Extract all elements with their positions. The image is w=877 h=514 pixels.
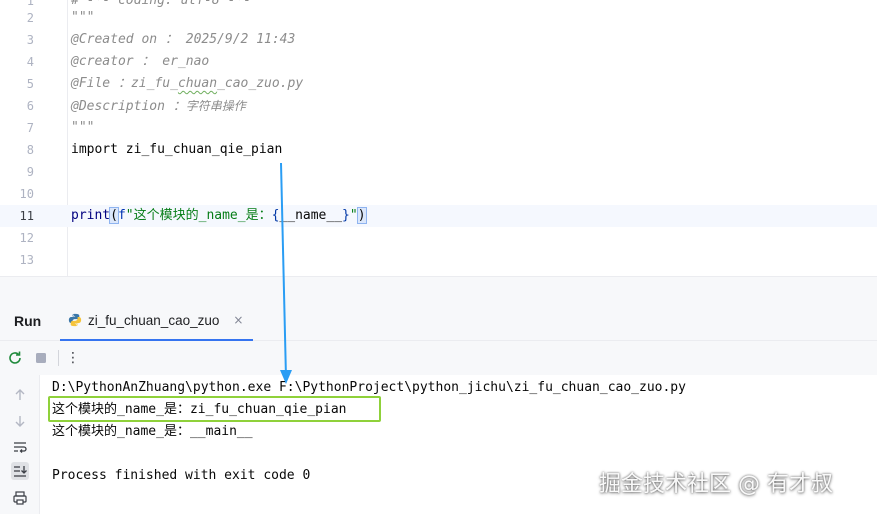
console-side-toolbar	[0, 375, 40, 514]
soft-wrap-icon	[14, 442, 27, 453]
soft-wrap-button[interactable]	[11, 438, 29, 456]
editor-line[interactable]: 2 """	[0, 7, 877, 29]
editor-line[interactable]: 3 @Created on ： 2025/9/2 11:43	[0, 29, 877, 51]
string-end: "	[349, 208, 358, 223]
code-text: @Description ：字符串操作	[71, 95, 246, 118]
module-name: zi_fu_chuan_qie_pian	[117, 142, 283, 157]
line-number: 11	[19, 209, 34, 223]
line-number: 10	[19, 187, 34, 201]
editor-line[interactable]: 6 @Description ：字符串操作	[0, 95, 877, 117]
brace-close: }	[342, 208, 350, 223]
code-text: @Created on ： 2025/9/2 11:43	[71, 29, 295, 51]
import-keyword: import	[71, 142, 118, 157]
run-title: Run	[14, 313, 42, 329]
editor-line[interactable]: 13	[0, 249, 877, 271]
arrow-up-icon	[15, 389, 25, 400]
line-number: 13	[19, 253, 34, 267]
editor-line[interactable]: 8 import zi_fu_chuan_qie_pian	[0, 139, 877, 161]
scroll-to-end-button[interactable]	[11, 462, 29, 480]
run-toolbar: ⋮	[0, 341, 877, 375]
line-number: 4	[26, 55, 34, 69]
rerun-icon	[9, 351, 21, 364]
doc-value: 字符串操作	[185, 99, 246, 113]
doc-value: er_nao	[154, 54, 210, 69]
close-paren: )	[356, 207, 367, 224]
scroll-up-button[interactable]	[11, 386, 29, 404]
scroll-to-end-icon	[14, 466, 27, 477]
string-literal: "这个模块的_name_是：	[125, 208, 272, 223]
doc-tag: @Description ：	[71, 99, 186, 114]
line-number: 12	[19, 231, 34, 245]
doc-value: zi_fu_chuan_cao_zuo.py	[130, 76, 304, 91]
run-tool-window-header: Run zi_fu_chuan_cao_zuo ×	[0, 301, 877, 341]
line-number: 2	[26, 11, 34, 25]
output-highlight-box	[48, 396, 381, 422]
run-tab[interactable]: zi_fu_chuan_cao_zuo ×	[60, 301, 254, 341]
line-number: 3	[26, 33, 34, 47]
scroll-down-button[interactable]	[11, 412, 29, 430]
fstring-prefix: f	[117, 208, 126, 223]
line-number: 9	[26, 165, 34, 179]
line-number: 7	[26, 121, 34, 135]
editor-line[interactable]: 10	[0, 183, 877, 205]
code-text: import zi_fu_chuan_qie_pian	[71, 139, 282, 161]
code-text: """	[71, 120, 95, 135]
line-number: 8	[26, 143, 34, 157]
more-options-icon[interactable]: ⋮	[64, 349, 82, 367]
open-paren: (	[109, 207, 119, 224]
run-tab-label: zi_fu_chuan_cao_zuo	[88, 312, 220, 328]
code-text: """	[71, 10, 95, 25]
close-icon[interactable]: ×	[233, 313, 243, 327]
python-icon	[68, 313, 82, 327]
code-editor[interactable]: 1 # -*- coding: utf-8 -*- 2 """ 3 @Creat…	[0, 0, 877, 276]
text-caret	[365, 207, 367, 224]
fstring-expression: __name__	[279, 208, 343, 223]
rerun-button[interactable]	[6, 349, 24, 367]
line-number: 5	[26, 77, 34, 91]
editor-line-current[interactable]: 11 print(f"这个模块的_name_是：{__name__}")	[0, 205, 877, 227]
print-function: print	[71, 208, 111, 223]
panel-divider[interactable]	[0, 276, 877, 301]
editor-line[interactable]: 4 @creator ： er_nao	[0, 51, 877, 73]
editor-line[interactable]: 9	[0, 161, 877, 183]
editor-line[interactable]: 12	[0, 227, 877, 249]
editor-line[interactable]: 7 """	[0, 117, 877, 139]
doc-tag: @File ：	[71, 76, 131, 91]
console-output-line: 这个模块的_name_是：__main__	[52, 424, 253, 439]
stop-icon	[36, 353, 46, 363]
editor-line[interactable]: 5 @File ：zi_fu_chuan_cao_zuo.py	[0, 73, 877, 95]
printer-icon	[13, 491, 27, 505]
doc-tag: @Created on ：	[71, 32, 178, 47]
code-text: @File ：zi_fu_chuan_cao_zuo.py	[71, 73, 303, 95]
print-button[interactable]	[11, 489, 29, 507]
stop-button[interactable]	[32, 349, 50, 367]
spelling-squiggle: chuan	[177, 76, 218, 91]
code-text: @creator ： er_nao	[71, 51, 209, 73]
toolbar-separator	[58, 350, 59, 366]
doc-tag: @creator ：	[71, 54, 155, 69]
arrow-down-icon	[15, 416, 25, 427]
line-number: 6	[26, 99, 34, 113]
code-text: print(f"这个模块的_name_是：{__name__}")	[71, 205, 367, 227]
console-exit-line: Process finished with exit code 0	[52, 468, 311, 483]
watermark: 掘金技术社区 @ 有才叔	[599, 472, 833, 497]
doc-value: 2025/9/2 11:43	[177, 32, 296, 47]
